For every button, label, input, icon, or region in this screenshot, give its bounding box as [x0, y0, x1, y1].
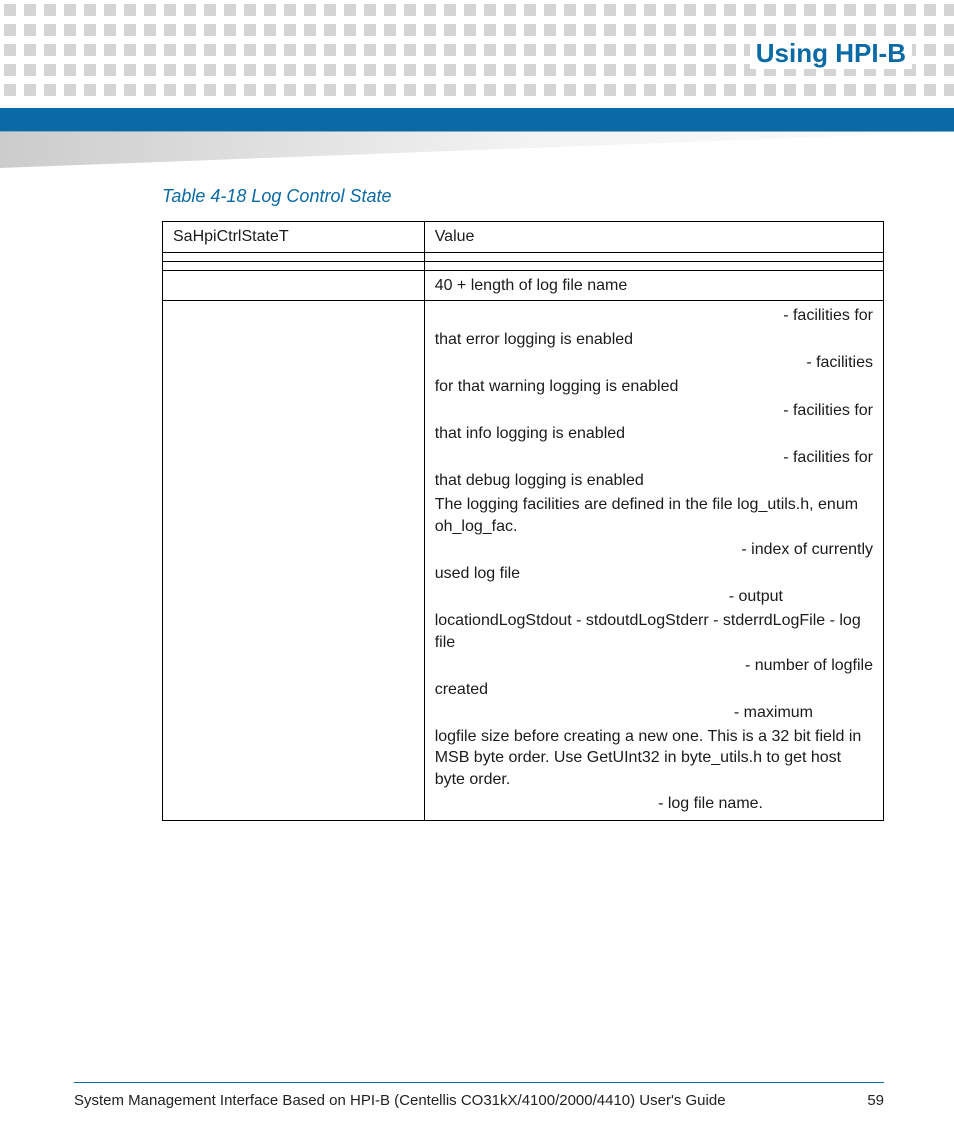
table-cell	[163, 252, 425, 261]
table-header-cell: SaHpiCtrlStateT	[163, 222, 425, 253]
footer-rule	[74, 1082, 884, 1083]
text-line: used log file	[435, 563, 873, 585]
table-row: 40 + length of log file name	[163, 270, 884, 301]
text-line: that info logging is enabled	[435, 423, 873, 445]
text-line: logfile size before creating a new one. …	[435, 726, 873, 791]
text-line: - facilities	[435, 352, 873, 374]
table-cell: 40 + length of log file name	[424, 270, 883, 301]
text-line: for that warning logging is enabled	[435, 376, 873, 398]
header-bar	[0, 108, 954, 132]
text-line: that error logging is enabled	[435, 329, 873, 351]
table-caption: Table 4-18 Log Control State	[162, 186, 884, 207]
footer: System Management Interface Based on HPI…	[74, 1092, 884, 1109]
table-cell	[163, 301, 425, 821]
table-cell	[424, 261, 883, 270]
table-header-cell: Value	[424, 222, 883, 253]
table-row	[163, 261, 884, 270]
text-line: - output	[435, 586, 873, 608]
text-line: - facilities for	[435, 447, 873, 469]
text-line: that debug logging is enabled	[435, 470, 873, 492]
text-line: created	[435, 679, 873, 701]
table-row	[163, 252, 884, 261]
content-area: Table 4-18 Log Control State SaHpiCtrlSt…	[162, 186, 884, 821]
text-line: locationdLogStdout - stdoutdLogStderr - …	[435, 610, 873, 653]
page-title: Using HPI-B	[750, 38, 912, 69]
log-control-state-table: SaHpiCtrlStateT Value 40 + length of log…	[162, 221, 884, 821]
page-number: 59	[867, 1092, 884, 1109]
table-cell	[163, 261, 425, 270]
text-line: - maximum	[435, 702, 873, 724]
text-line: The logging facilities are defined in th…	[435, 494, 873, 537]
table-row: - facilities for that error logging is e…	[163, 301, 884, 821]
text-line: - facilities for	[435, 400, 873, 422]
table-cell	[424, 252, 883, 261]
text-line: - index of currently	[435, 539, 873, 561]
table-cell	[163, 270, 425, 301]
text-line: - number of logfile	[435, 655, 873, 677]
table-header-row: SaHpiCtrlStateT Value	[163, 222, 884, 253]
footer-text: System Management Interface Based on HPI…	[74, 1092, 726, 1109]
text-line: - log file name.	[435, 793, 873, 815]
table-cell: - facilities for that error logging is e…	[424, 301, 883, 821]
text-line: - facilities for	[435, 305, 873, 327]
header-shadow	[0, 132, 954, 168]
